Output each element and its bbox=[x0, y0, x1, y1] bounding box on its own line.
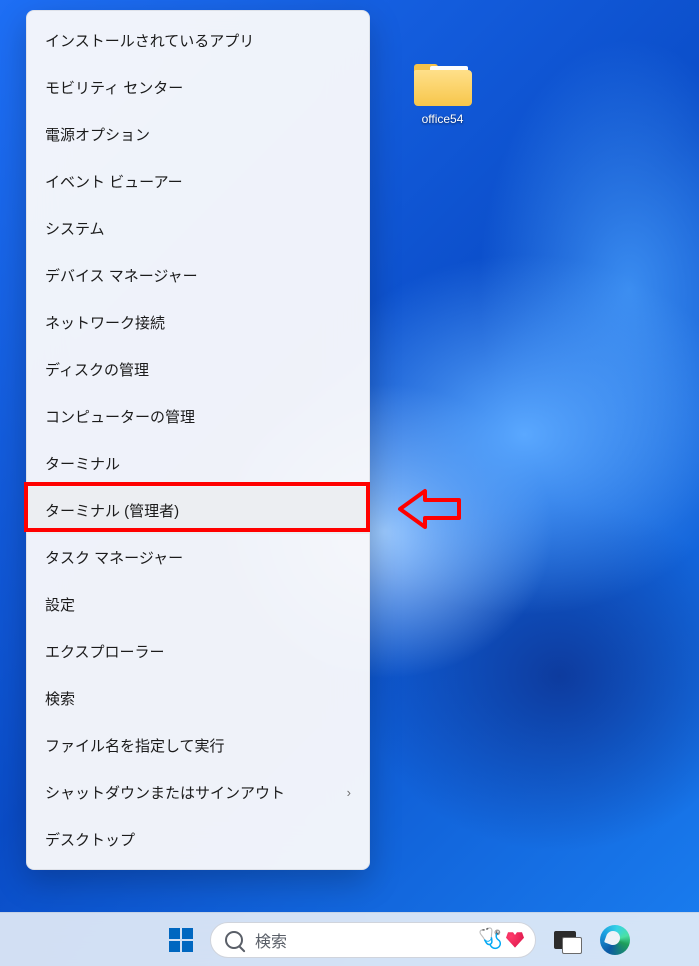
menu-item-5[interactable]: デバイス マネージャー bbox=[27, 252, 369, 299]
edge-button[interactable] bbox=[594, 919, 636, 961]
menu-item-14[interactable]: 検索 bbox=[27, 675, 369, 722]
folder-icon bbox=[414, 60, 472, 106]
menu-item-16[interactable]: シャットダウンまたはサインアウト › bbox=[27, 769, 369, 816]
menu-item-7[interactable]: ディスクの管理 bbox=[27, 346, 369, 393]
taskbar-search[interactable]: 検索 🩺 bbox=[210, 922, 536, 958]
heart-icon bbox=[505, 931, 525, 949]
taskbar: 検索 🩺 bbox=[0, 912, 699, 966]
menu-item-8[interactable]: コンピューターの管理 bbox=[27, 393, 369, 440]
menu-item-label: モビリティ センター bbox=[45, 77, 183, 98]
desktop-icon-label: office54 bbox=[405, 112, 480, 126]
menu-item-11[interactable]: タスク マネージャー bbox=[27, 534, 369, 581]
chevron-right-icon: › bbox=[347, 785, 351, 800]
menu-item-label: 電源オプション bbox=[45, 124, 150, 145]
edge-icon bbox=[600, 925, 630, 955]
menu-item-label: 設定 bbox=[45, 594, 75, 615]
menu-item-4[interactable]: システム bbox=[27, 205, 369, 252]
menu-item-15[interactable]: ファイル名を指定して実行 bbox=[27, 722, 369, 769]
start-button[interactable] bbox=[160, 919, 202, 961]
annotation-arrow-icon bbox=[395, 485, 465, 533]
menu-item-1[interactable]: モビリティ センター bbox=[27, 64, 369, 111]
menu-item-label: コンピューターの管理 bbox=[45, 406, 195, 427]
desktop-folder-office54[interactable]: office54 bbox=[405, 60, 480, 126]
menu-item-label: ターミナル (管理者) bbox=[45, 500, 179, 521]
menu-item-label: システム bbox=[45, 218, 105, 239]
menu-item-17[interactable]: デスクトップ bbox=[27, 816, 369, 863]
menu-item-6[interactable]: ネットワーク接続 bbox=[27, 299, 369, 346]
menu-item-label: デバイス マネージャー bbox=[45, 265, 198, 286]
menu-item-10[interactable]: ターミナル (管理者) bbox=[27, 487, 369, 534]
menu-item-2[interactable]: 電源オプション bbox=[27, 111, 369, 158]
menu-item-label: シャットダウンまたはサインアウト bbox=[45, 782, 285, 803]
winx-context-menu: インストールされているアプリモビリティ センター電源オプションイベント ビューア… bbox=[26, 10, 370, 870]
menu-item-label: ネットワーク接続 bbox=[45, 312, 165, 333]
menu-item-0[interactable]: インストールされているアプリ bbox=[27, 17, 369, 64]
search-highlight-icons: 🩺 bbox=[478, 927, 525, 952]
menu-item-label: タスク マネージャー bbox=[45, 547, 183, 568]
menu-item-label: デスクトップ bbox=[45, 829, 135, 850]
search-placeholder: 検索 bbox=[255, 928, 466, 952]
stethoscope-icon: 🩺 bbox=[478, 926, 503, 951]
menu-item-13[interactable]: エクスプローラー bbox=[27, 628, 369, 675]
task-view-icon bbox=[554, 931, 576, 949]
task-view-button[interactable] bbox=[544, 919, 586, 961]
menu-item-label: イベント ビューアー bbox=[45, 171, 183, 192]
windows-logo-icon bbox=[169, 928, 193, 952]
menu-item-label: ファイル名を指定して実行 bbox=[45, 735, 225, 756]
menu-item-9[interactable]: ターミナル bbox=[27, 440, 369, 487]
menu-item-label: ターミナル bbox=[45, 453, 120, 474]
menu-item-label: インストールされているアプリ bbox=[45, 30, 254, 51]
menu-item-label: ディスクの管理 bbox=[45, 359, 149, 380]
menu-item-3[interactable]: イベント ビューアー bbox=[27, 158, 369, 205]
menu-item-label: 検索 bbox=[45, 688, 75, 709]
menu-item-12[interactable]: 設定 bbox=[27, 581, 369, 628]
search-icon bbox=[225, 931, 243, 949]
menu-item-label: エクスプローラー bbox=[45, 641, 165, 662]
